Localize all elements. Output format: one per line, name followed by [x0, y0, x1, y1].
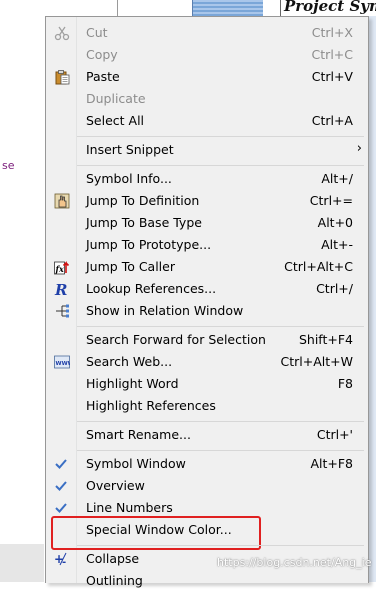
relation-icon: [56, 304, 69, 318]
collapse-icon: + -: [54, 552, 67, 567]
web-icon: WWW: [54, 355, 71, 369]
menu-item-symbol-info[interactable]: Symbol Info... Alt+/: [46, 168, 368, 190]
menu-item-label: Paste: [86, 69, 120, 84]
editor-left-scroll-area: [0, 544, 44, 582]
menu-item-show-in-relation-window[interactable]: Show in Relation Window: [46, 300, 368, 322]
menu-item-shortcut: Alt+/: [321, 171, 353, 186]
menu-item-label: Cut: [86, 25, 108, 40]
menu-item-label: Search Forward for Selection: [86, 332, 266, 347]
menu-item-label: Show in Relation Window: [86, 303, 244, 318]
menu-separator: [77, 450, 364, 451]
context-menu: Cut Ctrl+X Copy Ctrl+C Paste Ctrl+V Dupl…: [45, 16, 369, 588]
editor-right-pane: [368, 16, 376, 582]
menu-separator: [77, 421, 364, 422]
menu-item-jump-to-caller[interactable]: fx Jump To Caller Ctrl+Alt+C: [46, 256, 368, 278]
menu-item-jump-to-base-type[interactable]: Jump To Base Type Alt+0: [46, 212, 368, 234]
clipboard-icon: [55, 70, 70, 85]
scissors-icon: [54, 26, 70, 41]
svg-text:WWW: WWW: [56, 361, 71, 367]
menu-item-label: Highlight References: [86, 398, 216, 413]
menu-item-highlight-references[interactable]: Highlight References: [46, 395, 368, 417]
menu-item-shortcut: Ctrl+/: [316, 281, 353, 296]
menu-item-insert-snippet[interactable]: Insert Snippet ›: [46, 139, 368, 161]
function-caller-icon: fx: [54, 261, 70, 275]
menu-item-label: Symbol Window: [86, 456, 186, 471]
menu-item-label: Jump To Definition: [86, 193, 200, 208]
menu-item-search-web[interactable]: WWW Search Web... Ctrl+Alt+W: [46, 351, 368, 373]
menu-item-shortcut: Ctrl+C: [311, 47, 353, 62]
code-fragment: se: [2, 159, 15, 172]
menu-item-label: Copy: [86, 47, 118, 62]
menu-item-label: Jump To Base Type: [86, 215, 202, 230]
menu-item-jump-to-prototype[interactable]: Jump To Prototype... Alt+-: [46, 234, 368, 256]
watermark: https://blog.csdn.net/Ang_ie: [217, 556, 372, 569]
menu-item-outlining[interactable]: Outlining: [46, 570, 368, 592]
menu-item-special-window-color[interactable]: Special Window Color...: [46, 519, 368, 541]
overview-thumbnail[interactable]: [192, 0, 263, 16]
menu-item-label: Collapse: [86, 551, 140, 566]
svg-text:R: R: [54, 281, 67, 297]
menu-item-shortcut: Ctrl+=: [309, 193, 353, 208]
menu-item-lookup-references[interactable]: R Lookup References... Ctrl+/: [46, 278, 368, 300]
menu-item-shortcut: Ctrl+': [316, 427, 353, 442]
menu-item-shortcut: Ctrl+Alt+W: [280, 354, 353, 369]
checkmark-icon: [55, 503, 67, 513]
menu-separator: [77, 136, 364, 137]
menu-item-select-all[interactable]: Select All Ctrl+A: [46, 110, 368, 132]
menu-item-shortcut: Alt+0: [317, 215, 353, 230]
menu-item-shortcut: Ctrl+Alt+C: [284, 259, 353, 274]
checkmark-icon: [55, 481, 67, 491]
menu-item-label: Overview: [86, 478, 145, 493]
menu-item-label: Symbol Info...: [86, 171, 172, 186]
toolbar-separator: [117, 0, 118, 16]
menu-item-label: Special Window Color...: [86, 522, 232, 537]
menu-item-copy[interactable]: Copy Ctrl+C: [46, 44, 368, 66]
menu-item-shortcut: F8: [337, 376, 353, 391]
editor-left-pane: [0, 0, 44, 582]
menu-item-label: Duplicate: [86, 91, 146, 106]
svg-text:fx: fx: [55, 264, 64, 274]
menu-item-smart-rename[interactable]: Smart Rename... Ctrl+': [46, 424, 368, 446]
menu-item-label: Select All: [86, 113, 145, 128]
menu-item-label: Smart Rename...: [86, 427, 191, 442]
menu-item-paste[interactable]: Paste Ctrl+V: [46, 66, 368, 88]
menu-separator: [77, 545, 364, 546]
hand-icon: [54, 193, 70, 209]
menu-item-label: Insert Snippet: [86, 142, 174, 157]
project-window-title: Project Sym: [284, 0, 376, 15]
menu-item-shortcut: Alt+F8: [310, 456, 353, 471]
menu-item-label: Lookup References...: [86, 281, 217, 296]
menu-item-label: Jump To Caller: [86, 259, 175, 274]
menu-item-label: Line Numbers: [86, 500, 173, 515]
menu-item-cut[interactable]: Cut Ctrl+X: [46, 22, 368, 44]
menu-item-label: Search Web...: [86, 354, 173, 369]
menu-separator: [77, 326, 364, 327]
menu-item-duplicate[interactable]: Duplicate: [46, 88, 368, 110]
menu-item-label: Jump To Prototype...: [86, 237, 212, 252]
submenu-arrow-icon: ›: [356, 141, 362, 156]
menu-item-shortcut: Alt+-: [321, 237, 353, 252]
checkmark-icon: [55, 459, 67, 469]
menu-item-search-forward[interactable]: Search Forward for Selection Shift+F4: [46, 329, 368, 351]
menu-item-jump-to-definition[interactable]: Jump To Definition Ctrl+=: [46, 190, 368, 212]
menu-item-line-numbers[interactable]: Line Numbers: [46, 497, 368, 519]
menu-item-symbol-window[interactable]: Symbol Window Alt+F8: [46, 453, 368, 475]
menu-item-label: Highlight Word: [86, 376, 179, 391]
menu-item-shortcut: Ctrl+V: [311, 69, 353, 84]
menu-item-overview[interactable]: Overview: [46, 475, 368, 497]
menu-item-shortcut: Shift+F4: [298, 332, 353, 347]
references-icon: R: [54, 281, 67, 297]
svg-text:-: -: [62, 557, 66, 567]
menu-item-shortcut: Ctrl+A: [311, 113, 353, 128]
menu-item-label: Outlining: [86, 573, 143, 588]
menu-separator: [77, 165, 364, 166]
menu-item-highlight-word[interactable]: Highlight Word F8: [46, 373, 368, 395]
menu-item-shortcut: Ctrl+X: [311, 25, 353, 40]
